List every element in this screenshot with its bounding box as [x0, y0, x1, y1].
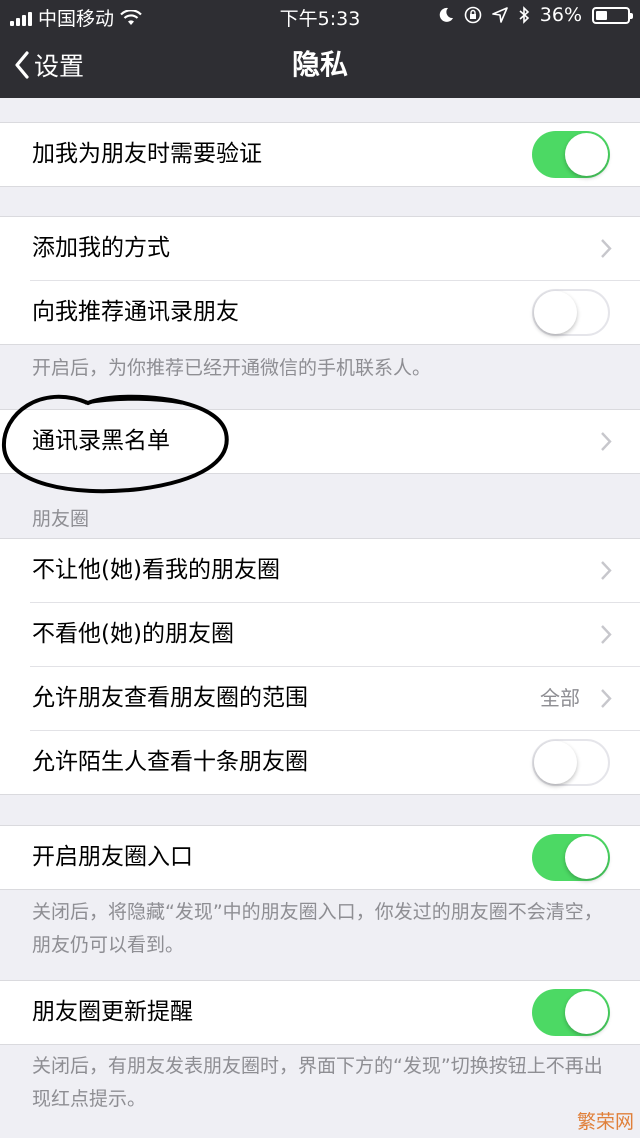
- updates-label: 朋友圈更新提醒: [32, 999, 193, 1025]
- status-right: 36%: [438, 4, 633, 26]
- entry-footer: 关闭后，将隐藏“发现”中的朋友圈入口，你发过的朋友圈不会清空，朋友仍可以看到。: [32, 901, 603, 956]
- chevron-right-icon: [601, 689, 612, 708]
- battery-fill: [596, 10, 607, 20]
- cell-hide-from[interactable]: 不让他(她)看我的朋友圈: [30, 539, 640, 602]
- entry-toggle[interactable]: [532, 834, 610, 881]
- page-title: 隐私: [291, 48, 348, 81]
- cell-recommend-contacts: 向我推荐通讯录朋友: [30, 280, 640, 344]
- group-entry: 开启朋友圈入口: [0, 825, 640, 890]
- group-moments: 不让他(她)看我的朋友圈 不看他(她)的朋友圈 允许朋友查看朋友圈的范围 全部 …: [0, 538, 640, 795]
- dont-see-label: 不看他(她)的朋友圈: [32, 621, 234, 647]
- battery-icon: [592, 6, 633, 24]
- nav-bar: 设置 隐私: [0, 32, 640, 98]
- group-discovery: 添加我的方式 向我推荐通讯录朋友: [0, 216, 640, 345]
- location-icon: [491, 7, 508, 23]
- range-value: 全部: [540, 686, 580, 710]
- cell-dont-see[interactable]: 不看他(她)的朋友圈: [30, 602, 640, 666]
- group-blacklist: 通讯录黑名单: [0, 409, 640, 474]
- chevron-right-icon: [601, 239, 612, 258]
- toggle-knob: [534, 741, 577, 784]
- updates-toggle[interactable]: [532, 989, 610, 1036]
- add-methods-label: 添加我的方式: [32, 235, 170, 261]
- range-label: 允许朋友查看朋友圈的范围: [32, 685, 308, 711]
- recommend-contacts-label: 向我推荐通讯录朋友: [32, 299, 239, 325]
- moon-icon: [439, 7, 453, 22]
- group-verify: 加我为朋友时需要验证: [0, 122, 640, 187]
- cell-add-methods[interactable]: 添加我的方式: [30, 217, 640, 280]
- cell-updates: 朋友圈更新提醒: [30, 981, 640, 1044]
- recommend-contacts-toggle[interactable]: [532, 289, 610, 336]
- chevron-right-icon: [601, 561, 612, 580]
- bluetooth-icon: [519, 6, 529, 24]
- strangers-toggle[interactable]: [532, 739, 610, 786]
- watermark: 繁荣网: [576, 1111, 634, 1133]
- orientation-lock-icon: [464, 6, 482, 24]
- recommend-footer: 开启后，为你推荐已经开通微信的手机联系人。: [32, 357, 432, 379]
- cell-strangers: 允许陌生人查看十条朋友圈: [30, 730, 640, 794]
- toggle-knob: [534, 291, 577, 334]
- cell-blacklist[interactable]: 通讯录黑名单: [30, 410, 640, 473]
- toggle-knob: [565, 133, 608, 176]
- toggle-knob: [565, 991, 608, 1034]
- hide-from-label: 不让他(她)看我的朋友圈: [32, 557, 280, 583]
- cell-range[interactable]: 允许朋友查看朋友圈的范围 全部: [30, 666, 640, 730]
- strangers-label: 允许陌生人查看十条朋友圈: [32, 749, 308, 775]
- group-updates: 朋友圈更新提醒: [0, 980, 640, 1045]
- cell-entry: 开启朋友圈入口: [30, 826, 640, 889]
- moments-section-header: 朋友圈: [32, 508, 90, 530]
- chevron-right-icon: [601, 625, 612, 644]
- verify-toggle[interactable]: [532, 131, 610, 178]
- battery-percent: 36%: [539, 4, 582, 26]
- verify-label: 加我为朋友时需要验证: [32, 141, 262, 167]
- updates-footer: 关闭后，有朋友发表朋友圈时，界面下方的“发现”切换按钮上不再出现红点提示。: [32, 1055, 603, 1110]
- toggle-knob: [565, 836, 608, 879]
- chevron-right-icon: [601, 432, 612, 451]
- entry-label: 开启朋友圈入口: [32, 844, 193, 870]
- status-bar: 中国移动 下午5:33 36%: [0, 0, 640, 32]
- blacklist-label: 通讯录黑名单: [32, 428, 170, 454]
- cell-verify: 加我为朋友时需要验证: [30, 123, 640, 186]
